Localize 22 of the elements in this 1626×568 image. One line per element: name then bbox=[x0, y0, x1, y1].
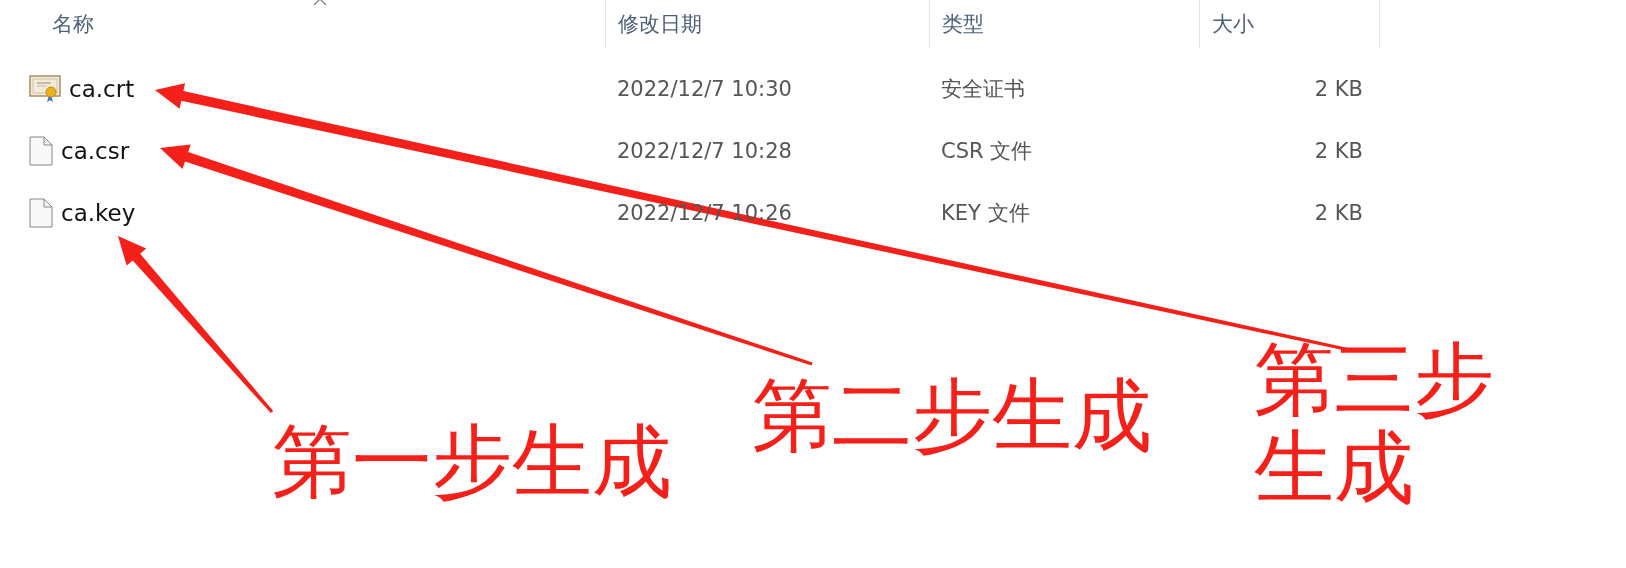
column-header[interactable]: 大小 bbox=[1212, 10, 1254, 38]
file-type: CSR 文件 bbox=[941, 138, 1033, 165]
file-icon bbox=[29, 198, 53, 228]
certificate-icon bbox=[29, 75, 61, 103]
file-size: 2 KB bbox=[1314, 77, 1363, 101]
file-name[interactable]: ca.csr bbox=[61, 138, 130, 164]
file-size: 2 KB bbox=[1314, 201, 1363, 225]
file-name[interactable]: ca.key bbox=[61, 200, 136, 226]
annotation-label: 第一步生成 bbox=[272, 418, 673, 506]
annotation-label: 第二步生成 bbox=[752, 372, 1153, 460]
file-type: KEY 文件 bbox=[941, 200, 1030, 227]
annotation-label: 第三步生成 bbox=[1254, 336, 1495, 512]
modified-date: 2022/12/7 10:30 bbox=[617, 77, 792, 101]
modified-date: 2022/12/7 10:26 bbox=[617, 201, 792, 225]
column-header[interactable]: 修改日期 bbox=[618, 10, 702, 38]
column-header[interactable]: 类型 bbox=[942, 10, 984, 38]
column-header[interactable]: 名称 bbox=[52, 10, 94, 38]
file-size: 2 KB bbox=[1314, 139, 1363, 163]
file-type: 安全证书 bbox=[941, 76, 1025, 103]
file-icon bbox=[29, 136, 53, 166]
modified-date: 2022/12/7 10:28 bbox=[617, 139, 792, 163]
file-name[interactable]: ca.crt bbox=[69, 76, 135, 102]
